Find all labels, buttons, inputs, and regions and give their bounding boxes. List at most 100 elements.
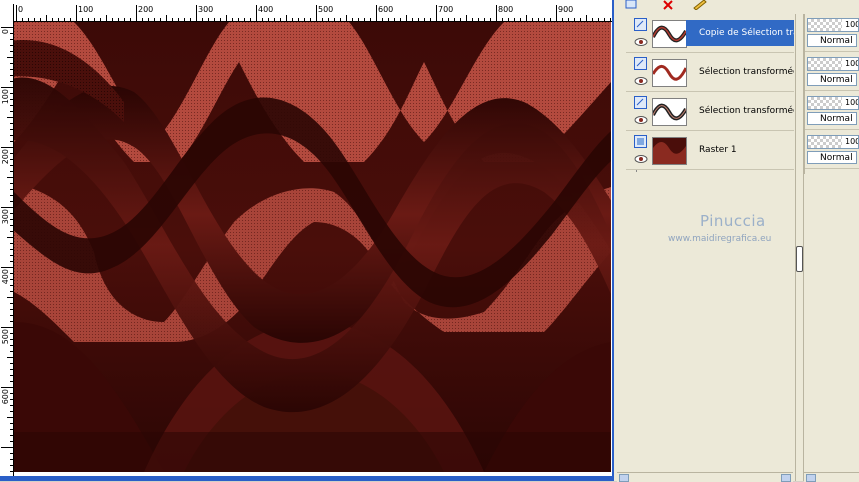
- ruler-tick: [184, 18, 185, 21]
- ruler-tick: [10, 81, 13, 82]
- blend-mode-select[interactable]: Normal: [807, 112, 857, 125]
- ruler-tick: [238, 18, 239, 21]
- blend-mode-select[interactable]: Normal: [807, 34, 857, 47]
- ruler-tick: [466, 15, 467, 21]
- layer-toolbar: [614, 0, 859, 12]
- ruler-tick: [88, 18, 89, 21]
- ruler-tick: [10, 225, 13, 226]
- layer-properties-column: 100 Normal 100 Normal 100 Normal 100 Nor…: [804, 14, 859, 174]
- ruler-tick: [244, 18, 245, 21]
- ruler-tick: [10, 309, 13, 310]
- layer-props: 100 Normal: [805, 14, 859, 52]
- ruler-tick: [586, 15, 587, 21]
- opacity-slider[interactable]: 100: [807, 18, 859, 32]
- blend-mode-select[interactable]: Normal: [807, 73, 857, 86]
- ruler-tick: [208, 18, 209, 21]
- collapse-arrow-icon[interactable]: [796, 246, 803, 272]
- ruler-tick: [34, 18, 35, 21]
- ruler-tick: [526, 15, 527, 21]
- ruler-tick: [10, 405, 13, 406]
- edit-layer-icon[interactable]: [692, 0, 708, 10]
- ruler-label: 500: [1, 329, 10, 345]
- ruler-label: 900: [558, 5, 574, 14]
- ruler-tick: [10, 165, 13, 166]
- ruler-tick: [10, 69, 13, 70]
- vector-layer-icon: [634, 96, 647, 109]
- transparency-checker: [808, 97, 842, 109]
- ruler-tick: [298, 18, 299, 21]
- opacity-slider[interactable]: 100: [807, 96, 859, 110]
- ruler-tick: [508, 18, 509, 21]
- layer-props: 100 Normal: [805, 53, 859, 91]
- ruler-tick: [10, 153, 13, 154]
- eye-icon[interactable]: [634, 155, 648, 163]
- layer-row[interactable]: Raster 1: [626, 131, 794, 170]
- ruler-tick: [10, 273, 13, 274]
- ruler-tick: [10, 453, 13, 454]
- ruler-tick: [424, 18, 425, 21]
- ruler-label: 800: [498, 5, 514, 14]
- blend-mode-select[interactable]: Normal: [807, 151, 857, 164]
- ruler-tick: [10, 261, 13, 262]
- ruler-tick: [76, 5, 77, 21]
- delete-layer-icon[interactable]: [660, 0, 676, 10]
- ruler-tick: [10, 291, 13, 292]
- ruler-tick: [268, 18, 269, 21]
- transparency-checker: [808, 136, 842, 148]
- eye-icon[interactable]: [634, 38, 648, 46]
- ruler-tick: [64, 18, 65, 21]
- ruler-tick: [10, 189, 13, 190]
- eye-icon[interactable]: [634, 116, 648, 124]
- row-divider: [805, 129, 859, 130]
- ruler-tick: [460, 18, 461, 21]
- bottom-shade: [14, 432, 611, 472]
- ruler-tick: [556, 5, 557, 21]
- layer-name: Copie de Sélection transformée: [686, 20, 794, 46]
- new-layer-icon[interactable]: [624, 0, 640, 10]
- ruler-tick: [436, 5, 437, 21]
- eye-icon[interactable]: [634, 77, 648, 85]
- ruler-label: 100: [1, 89, 10, 105]
- ruler-tick: [202, 18, 203, 21]
- ruler-tick: [1, 27, 13, 28]
- ruler-tick: [1, 87, 13, 88]
- ruler-tick: [1, 447, 13, 448]
- opacity-value: 100: [845, 137, 859, 146]
- ruler-tick: [10, 93, 13, 94]
- ruler-tick: [40, 18, 41, 21]
- ruler-tick: [274, 18, 275, 21]
- ruler-label: 500: [318, 5, 334, 14]
- ruler-tick: [10, 195, 13, 196]
- vertical-ruler: 0 100 200 300 400 500 600: [0, 21, 14, 481]
- ruler-tick: [112, 18, 113, 21]
- layer-thumbnail: [652, 20, 687, 48]
- ruler-tick: [10, 321, 13, 322]
- layer-row[interactable]: Sélection transformée 1: [626, 92, 794, 131]
- ruler-tick: [580, 18, 581, 21]
- vector-layer-icon: [634, 57, 647, 70]
- ruler-tick: [358, 18, 359, 21]
- layer-name: Sélection transformée: [699, 67, 794, 77]
- transparency-checker: [808, 19, 842, 31]
- ruler-tick: [232, 18, 233, 21]
- opacity-slider[interactable]: 100: [807, 57, 859, 71]
- layer-row[interactable]: Copie de Sélection transformée: [626, 14, 794, 53]
- ruler-tick: [10, 435, 13, 436]
- ruler-tick: [286, 15, 287, 21]
- ruler-tick: [10, 471, 13, 472]
- ruler-tick: [382, 18, 383, 21]
- opacity-slider[interactable]: 100: [807, 135, 859, 149]
- ruler-label: 600: [378, 5, 394, 14]
- ruler-tick: [10, 243, 13, 244]
- ruler-tick: [178, 18, 179, 21]
- row-divider: [805, 168, 859, 169]
- ruler-tick: [10, 183, 13, 184]
- ruler-tick: [154, 18, 155, 21]
- layer-row[interactable]: Sélection transformée: [626, 53, 794, 92]
- artwork-canvas[interactable]: [14, 22, 611, 472]
- ruler-tick: [10, 363, 13, 364]
- ruler-tick: [574, 18, 575, 21]
- ruler-tick: [10, 219, 13, 220]
- ruler-tick: [418, 18, 419, 21]
- ruler-tick: [502, 18, 503, 21]
